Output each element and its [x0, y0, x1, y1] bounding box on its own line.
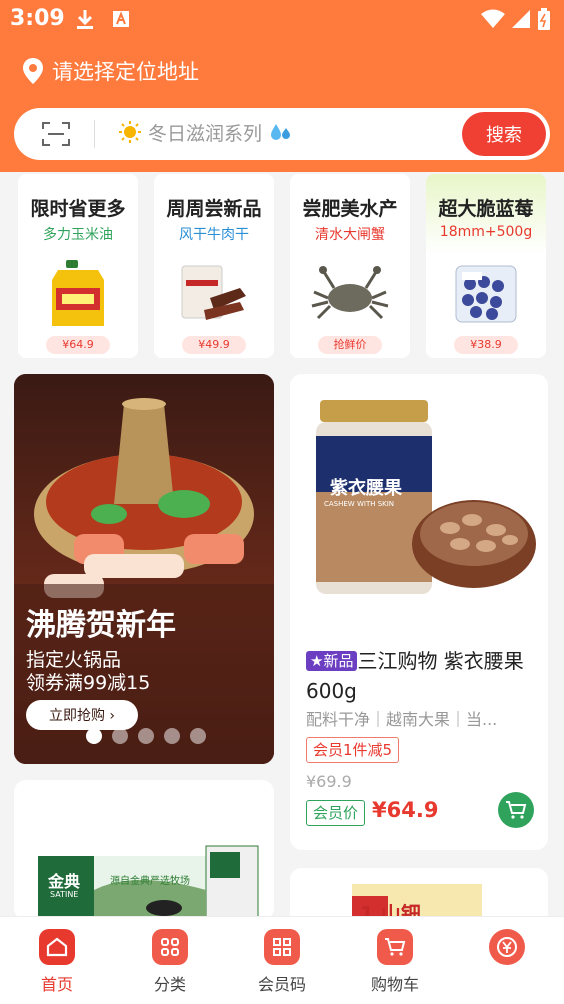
tab-home[interactable]: 首页 [12, 929, 102, 995]
blueberry-box-image [455, 265, 517, 323]
product-promo-tag: 会员1件减5 [306, 737, 400, 763]
tab-label: 首页 [40, 975, 73, 994]
promo-title: 尝肥美水产 [302, 198, 398, 220]
add-to-cart-button[interactable] [498, 792, 534, 828]
carousel-dots [86, 728, 206, 744]
tab-category[interactable]: 分类 [125, 929, 215, 995]
carousel-dot[interactable] [112, 728, 128, 744]
tab-member-code[interactable]: 会员码 [237, 929, 327, 995]
signal-icon [510, 8, 532, 30]
jar-sub: CASHEW WITH SKIN [324, 500, 395, 508]
tab-label: 分类 [153, 975, 186, 994]
promo-price: ¥49.9 [182, 336, 246, 354]
milk-brand: 金典 [48, 872, 81, 891]
sun-icon [118, 120, 142, 152]
download-icon [74, 8, 96, 30]
coupon-icon [489, 929, 525, 965]
search-input[interactable]: 冬日滋润系列 [118, 120, 294, 152]
milk-slogan: 源自金典严选牧场 [110, 876, 190, 887]
cashew-product-image [316, 400, 536, 594]
promo-title: 周周尝新品 [166, 198, 262, 220]
droplets-icon [268, 120, 294, 152]
tab-label: 会员码 [257, 975, 306, 994]
promo-subtitle: 清水大闸蟹 [315, 227, 385, 243]
category-icon [152, 929, 188, 965]
search-button[interactable]: 搜索 [462, 112, 546, 156]
product-description: 配料干净｜越南大果｜当... [306, 710, 498, 729]
tab-cart[interactable]: 购物车 [350, 929, 440, 995]
original-price: ¥69.9 [306, 772, 352, 791]
home-icon [39, 929, 75, 965]
tab-coupon[interactable] [462, 929, 552, 971]
crab-image [311, 266, 389, 320]
location-selector[interactable]: 请选择定位地址 [22, 56, 199, 86]
wifi-icon [480, 8, 506, 30]
battery-icon [536, 8, 552, 30]
status-bar: 3:09 [0, 0, 564, 40]
tab-label: 购物车 [370, 975, 419, 994]
location-text: 请选择定位地址 [52, 60, 199, 84]
product-card-milk[interactable]: 金典 SATINE 源自金典严选牧场 [14, 780, 274, 920]
status-time: 3:09 [10, 6, 65, 31]
promo-price: ¥38.9 [454, 336, 518, 354]
banner-line2: 领券满99减15 [26, 672, 151, 694]
search-divider [94, 120, 95, 148]
corn-oil-image [52, 260, 104, 326]
banner-title: 沸腾贺新年 [26, 608, 176, 643]
header: 3:09 请选择定位地址 冬日滋润系列 搜索 [0, 0, 564, 172]
jar-label: 紫衣腰果 [330, 478, 402, 499]
font-icon [110, 8, 132, 30]
beef-jerky-image [181, 265, 246, 320]
carousel-dot[interactable] [138, 728, 154, 744]
promo-price: 抢鲜价 [318, 336, 382, 354]
location-pin-icon [23, 58, 43, 84]
new-badge: ★新品 [306, 651, 358, 671]
promo-card-3[interactable]: 尝肥美水产 清水大闸蟹 抢鲜价 [290, 174, 410, 358]
bottom-tab-bar: 首页 分类 会员码 购物车 [0, 916, 564, 1004]
product-name: ★新品 三江购物 紫衣腰果600g [306, 646, 542, 706]
cart-icon [506, 801, 527, 819]
carousel-dot[interactable] [164, 728, 180, 744]
promo-title: 限时省更多 [30, 198, 126, 220]
cart-icon [377, 929, 413, 965]
search-placeholder: 冬日滋润系列 [148, 123, 263, 145]
member-price: ¥64.9 [372, 798, 439, 822]
member-price-label: 会员价 [306, 800, 366, 826]
promo-card-4[interactable]: 超大脆蓝莓 18mm+500g ¥38.9 [426, 174, 546, 358]
promo-price: ¥64.9 [46, 336, 110, 354]
promo-card-1[interactable]: 限时省更多 多力玉米油 ¥64.9 [18, 174, 138, 358]
scan-icon[interactable] [42, 121, 70, 147]
promo-subtitle: 风干牛肉干 [179, 227, 249, 243]
carousel-dot[interactable] [190, 728, 206, 744]
banner-buy-button[interactable]: 立即抢购 › [26, 700, 138, 730]
promo-subtitle: 18mm+500g [439, 224, 533, 240]
search-bar[interactable]: 冬日滋润系列 搜索 [14, 108, 550, 160]
milk-brand-en: SATINE [50, 890, 79, 899]
promo-card-2[interactable]: 周周尝新品 风干牛肉干 ¥49.9 [154, 174, 274, 358]
promo-subtitle: 多力玉米油 [43, 227, 113, 243]
carousel-dot[interactable] [86, 728, 102, 744]
promo-title: 超大脆蓝莓 [438, 198, 534, 220]
milk-gift-box-image [38, 845, 259, 920]
member-code-icon [264, 929, 300, 965]
